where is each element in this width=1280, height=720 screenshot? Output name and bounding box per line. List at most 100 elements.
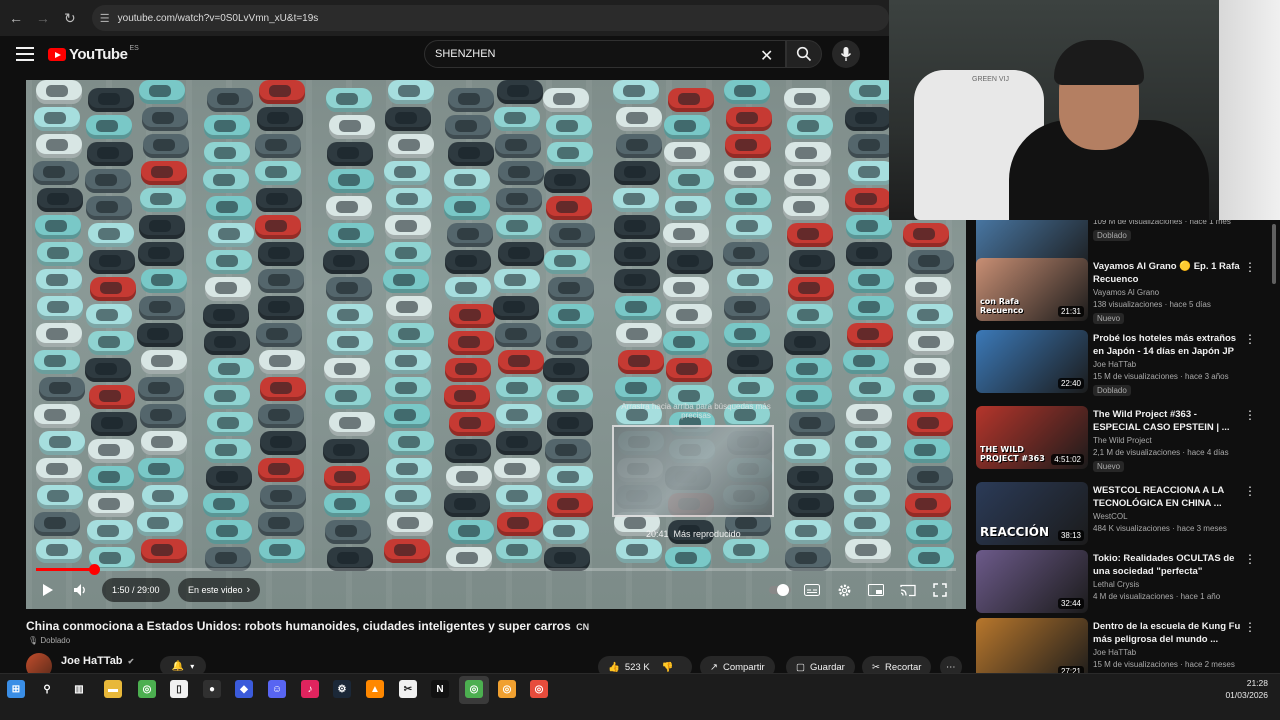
parked-car: [904, 358, 951, 382]
video-duration: 27:21: [1057, 666, 1084, 673]
cast-button[interactable]: [896, 577, 920, 603]
parked-car: [258, 350, 305, 374]
recommendation-thumbnail[interactable]: REACCIÓN 38:13: [976, 482, 1088, 545]
start-icon[interactable]: ⊞: [7, 680, 25, 698]
youtube-logo[interactable]: YouTube ES: [48, 45, 139, 63]
parked-car: [35, 458, 82, 482]
parked-car: [257, 404, 304, 428]
settings-button[interactable]: [832, 577, 856, 603]
reload-button[interactable]: ↻: [58, 6, 82, 30]
parked-car: [384, 539, 431, 563]
parked-car: [385, 350, 432, 374]
recommendation-item[interactable]: 22:40 Probé los hoteles más extraños en J…: [976, 330, 1272, 400]
recommendation-item[interactable]: THE WILD PROJECT #363 4:51:02 The Wild Pro…: [976, 406, 1272, 476]
more-options-icon[interactable]: ⋮: [1244, 332, 1256, 346]
recommendation-channel[interactable]: The Wild Project: [1093, 436, 1152, 445]
subtitles-button[interactable]: [800, 577, 824, 603]
parked-car: [138, 296, 185, 320]
recommendation-thumbnail[interactable]: 27:21: [976, 618, 1088, 673]
recommendation-item[interactable]: 32:44 Tokio: Realidades OCULTAS de una so…: [976, 550, 1272, 620]
parked-car: [258, 296, 305, 320]
streamer-hair: [1054, 40, 1144, 85]
tiktok-icon[interactable]: ♪: [301, 680, 319, 698]
recommendation-title[interactable]: Tokio: Realidades OCULTAS de una socieda…: [1093, 552, 1243, 578]
chrome-alt-icon[interactable]: ◎: [498, 680, 516, 698]
task-view-icon[interactable]: ▥: [70, 680, 88, 698]
menu-icon[interactable]: [16, 47, 34, 61]
recommendation-item[interactable]: REACCIÓN 38:13 WESTCOL REACCIONA A LA TECN…: [976, 482, 1272, 552]
search-icon[interactable]: ⚲: [38, 680, 56, 698]
miniplayer-button[interactable]: [864, 577, 888, 603]
autoplay-toggle[interactable]: [768, 577, 792, 603]
video-player[interactable]: Arrastra hacia arriba para búsquedas más…: [26, 80, 966, 609]
like-button[interactable]: 👍 523 K: [608, 662, 650, 673]
recommendation-title[interactable]: The Wild Project #363 - ESPECIAL CASO EP…: [1093, 408, 1243, 434]
search-button[interactable]: [786, 40, 822, 68]
scrubber-handle[interactable]: [88, 564, 100, 575]
progress-bar[interactable]: [36, 564, 956, 575]
recommendation-title[interactable]: Vayamos Al Grano 🟡 Ep. 1 Rafa Recuenco: [1093, 260, 1243, 286]
parked-car: [206, 88, 253, 112]
more-options-icon[interactable]: ⋮: [1244, 260, 1256, 274]
mute-button[interactable]: [68, 577, 92, 603]
cast-icon: [900, 584, 916, 596]
recommendation-title[interactable]: WESTCOL REACCIONA A LA TECNOLÓGICA EN CH…: [1093, 484, 1243, 510]
parked-car: [138, 215, 185, 239]
recommendation-channel[interactable]: Joe HaTTab: [1093, 360, 1136, 369]
recommendation-thumbnail[interactable]: 32:44: [976, 550, 1088, 613]
clear-search-icon[interactable]: ✕: [760, 46, 773, 66]
sidebar-scrollbar[interactable]: [1270, 220, 1278, 672]
chrome-active-icon[interactable]: ◎: [465, 680, 483, 698]
search-input[interactable]: [425, 41, 725, 67]
recommendation-item[interactable]: con Rafa Recuenco 21:31 Vayamos Al Grano 🟡…: [976, 258, 1272, 328]
scrollbar-thumb[interactable]: [1272, 224, 1276, 284]
play-button[interactable]: [36, 577, 60, 603]
recommendation-thumbnail[interactable]: 22:40: [976, 330, 1088, 393]
recommendation-channel[interactable]: WestCOL: [1093, 512, 1128, 521]
parked-car: [203, 385, 250, 409]
vlc-icon[interactable]: ▲: [366, 680, 384, 698]
dislike-button[interactable]: 👎: [662, 662, 674, 673]
recommendation-thumbnail[interactable]: con Rafa Recuenco 21:31: [976, 258, 1088, 321]
chapter-button[interactable]: En este video ›: [178, 578, 261, 602]
obs-icon[interactable]: ●: [203, 680, 221, 698]
forward-button[interactable]: →: [31, 6, 55, 30]
site-settings-icon[interactable]: ☰: [100, 12, 110, 25]
notepad-icon[interactable]: ▯: [170, 680, 188, 698]
more-options-icon[interactable]: ⋮: [1244, 552, 1256, 566]
capcut-icon[interactable]: ✂: [399, 680, 417, 698]
parked-car: [385, 296, 432, 320]
parked-car: [255, 323, 302, 347]
recommendation-title[interactable]: Dentro de la escuela de Kung Fu más peli…: [1093, 620, 1243, 646]
fullscreen-button[interactable]: [928, 577, 952, 603]
parked-car: [543, 88, 589, 112]
taskbar-clock[interactable]: 21:28 01/03/2026: [1225, 677, 1268, 701]
parked-car: [85, 115, 132, 139]
channel-name[interactable]: Joe HaTTab ✔: [61, 655, 134, 667]
parked-car: [788, 250, 835, 274]
recommendation-thumbnail[interactable]: THE WILD PROJECT #363 4:51:02: [976, 406, 1088, 469]
voice-search-button[interactable]: [832, 40, 860, 68]
parked-car: [444, 277, 491, 301]
chrome-canary-icon[interactable]: ◎: [530, 680, 548, 698]
file-explorer-icon[interactable]: ▬: [104, 680, 122, 698]
steam-icon[interactable]: ⚙: [333, 680, 351, 698]
parked-car: [905, 493, 952, 517]
back-button[interactable]: ←: [4, 6, 28, 30]
more-options-icon[interactable]: ⋮: [1244, 620, 1256, 634]
parked-car: [327, 169, 374, 193]
parked-car: [446, 466, 493, 490]
app-blue-icon[interactable]: ◆: [235, 680, 253, 698]
more-options-icon[interactable]: ⋮: [1244, 408, 1256, 422]
recommendation-item[interactable]: 27:21 Dentro de la escuela de Kung Fu más…: [976, 618, 1272, 673]
parked-car: [726, 269, 773, 293]
recommendation-title[interactable]: Probé los hoteles más extraños en Japón …: [1093, 332, 1243, 358]
chrome-icon[interactable]: ◎: [138, 680, 156, 698]
recommendation-channel[interactable]: Joe HaTTab: [1093, 648, 1136, 657]
more-options-icon[interactable]: ⋮: [1244, 484, 1256, 498]
recommendation-channel[interactable]: Vayamos Al Grano: [1093, 288, 1159, 297]
discord-icon[interactable]: ☺: [268, 680, 286, 698]
netflix-icon[interactable]: N: [431, 680, 449, 698]
address-bar[interactable]: ☰ youtube.com/watch?v=0S0LvVmn_xU&t=19s: [91, 5, 890, 31]
recommendation-channel[interactable]: Lethal Crysis: [1093, 580, 1139, 589]
